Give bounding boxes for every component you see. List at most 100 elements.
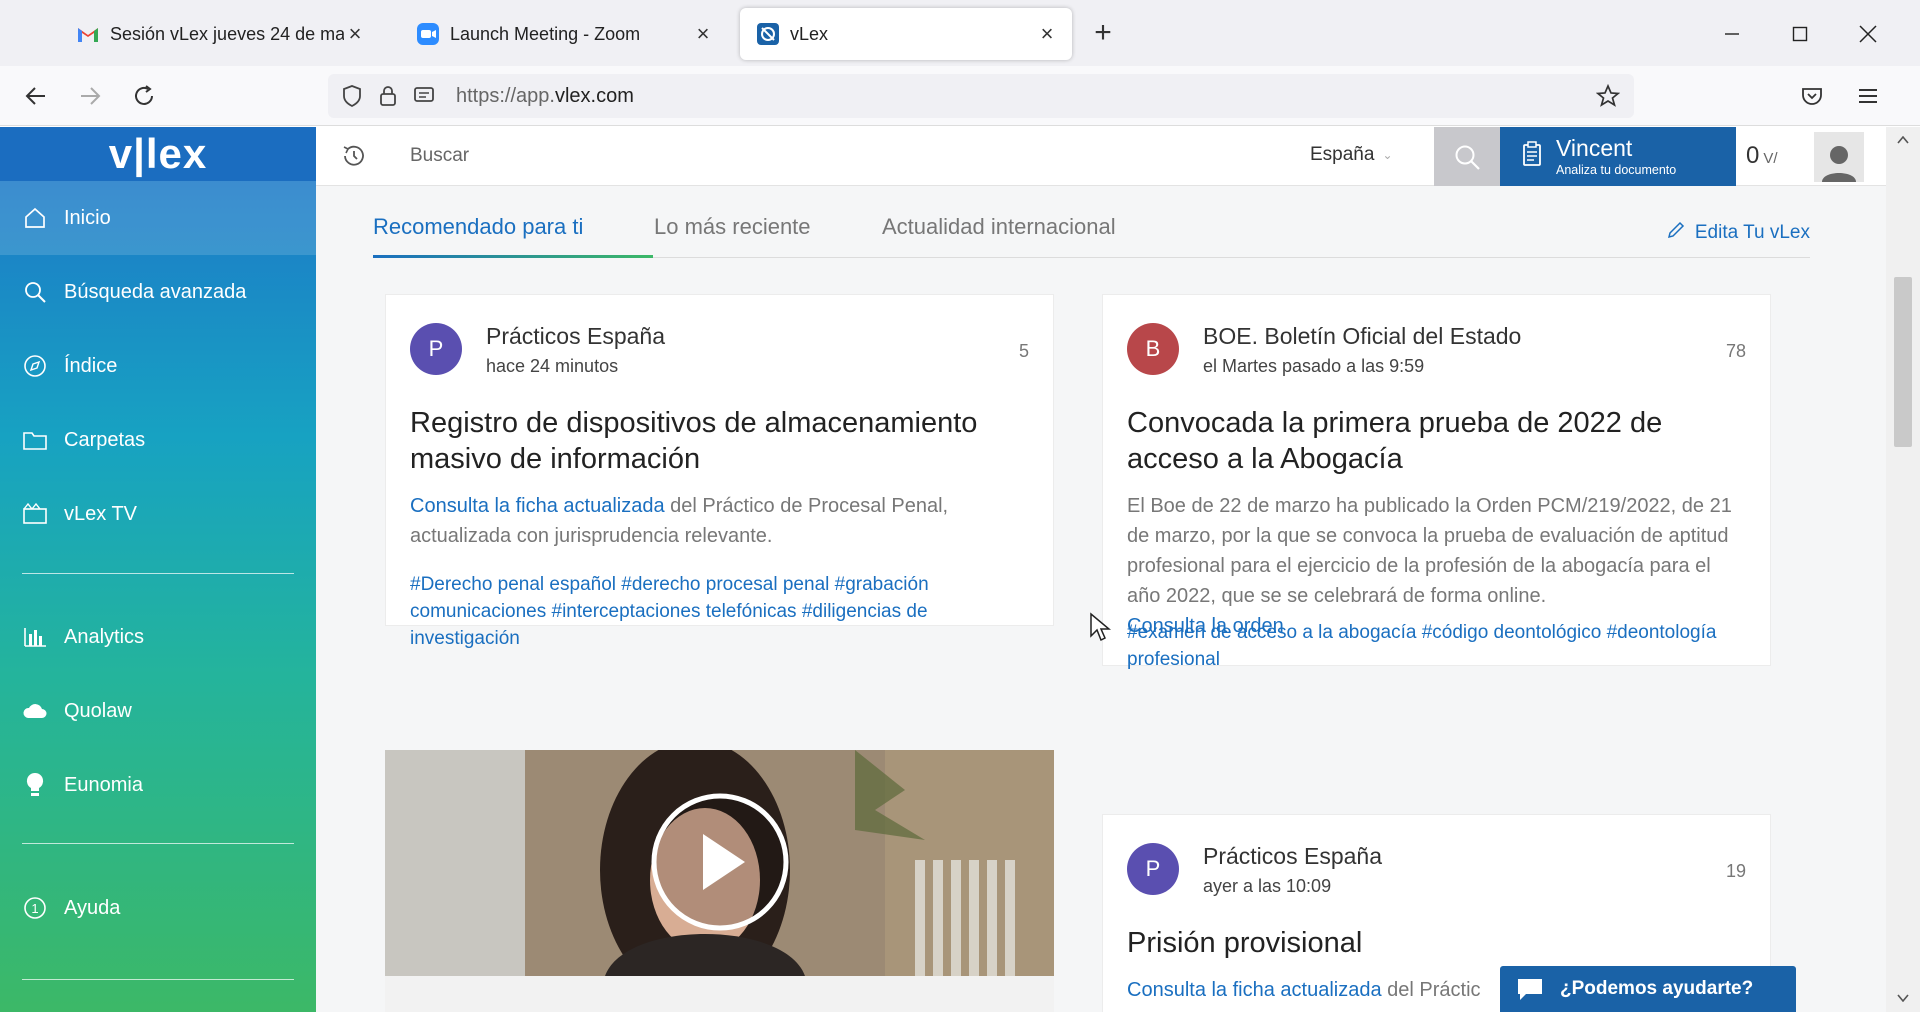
tab-recomendado[interactable]: Recomendado para ti: [373, 214, 583, 240]
bar-chart-icon: [22, 624, 48, 650]
lock-icon[interactable]: [376, 84, 400, 108]
help-chat-button[interactable]: ¿Podemos ayudarte?: [1500, 966, 1796, 1012]
pocket-icon[interactable]: [1794, 78, 1830, 114]
tab-zoom[interactable]: Launch Meeting - Zoom ×: [400, 8, 728, 60]
card-tags[interactable]: #examen de acceso a la abogacía #código …: [1127, 619, 1747, 673]
card-time: el Martes pasado a las 9:59: [1203, 356, 1425, 376]
sidebar-item-label: Eunomia: [64, 773, 143, 796]
close-window-button[interactable]: [1848, 14, 1888, 54]
tv-icon: [22, 501, 48, 527]
sidebar-item-inicio[interactable]: Inicio: [0, 181, 316, 255]
card-source[interactable]: Prácticos España: [1203, 843, 1382, 870]
mouse-cursor-icon: [1090, 612, 1111, 642]
chat-bubble-icon: [1500, 976, 1560, 1002]
sidebar-item-analytics[interactable]: Analytics: [0, 600, 316, 674]
scroll-down-icon[interactable]: [1894, 989, 1912, 1007]
url-text[interactable]: https://app.vlex.com: [456, 85, 634, 108]
sidebar-divider: [22, 843, 294, 844]
card-link[interactable]: Consulta la ficha actualizada: [1127, 979, 1382, 1001]
sidebar-item-carpetas[interactable]: Carpetas: [0, 403, 316, 477]
search-input[interactable]: [410, 140, 1010, 172]
zoom-icon: [416, 22, 440, 46]
search-icon: [22, 279, 48, 305]
sidebar-item-label: Inicio: [64, 206, 111, 229]
sidebar-item-label: Ayuda: [64, 896, 121, 919]
search-icon: [1455, 145, 1480, 170]
video-card[interactable]: [385, 750, 1054, 1012]
tab-title: vLex: [790, 23, 829, 44]
card-title[interactable]: Registro de dispositivos de almacenamien…: [410, 405, 1030, 477]
sidebar-item-indice[interactable]: Índice: [0, 329, 316, 403]
home-icon: [22, 205, 48, 231]
avatar[interactable]: [1814, 132, 1864, 182]
close-icon[interactable]: ×: [344, 21, 366, 46]
url-prefix: https://app.: [456, 84, 555, 107]
scroll-up-icon[interactable]: [1894, 131, 1912, 149]
reload-button[interactable]: [126, 78, 162, 114]
scroll-thumb[interactable]: [1894, 277, 1912, 447]
tab-vlex[interactable]: vLex ×: [740, 8, 1072, 60]
active-tab-indicator: [373, 255, 653, 258]
cloud-icon: [22, 698, 48, 724]
feed-card[interactable]: B BOE. Boletín Oficial del Estado el Mar…: [1102, 294, 1771, 670]
back-button[interactable]: [18, 78, 54, 114]
vincent-title: Vincent: [1556, 135, 1633, 161]
close-icon[interactable]: ×: [692, 21, 714, 46]
new-tab-button[interactable]: +: [1088, 16, 1118, 52]
credits-value: 0: [1746, 142, 1760, 169]
card-tags[interactable]: #Derecho penal español #derecho procesal…: [410, 571, 970, 652]
tab-title: Sesión vLex jueves 24 de marzo: [110, 23, 344, 44]
tab-lo-mas-reciente[interactable]: Lo más reciente: [654, 214, 811, 240]
sidebar-item-vlex-tv[interactable]: vLex TV: [0, 477, 316, 551]
card-time: ayer a las 10:09: [1203, 876, 1332, 896]
maximize-button[interactable]: [1780, 14, 1820, 54]
credits-counter[interactable]: 0 V/: [1746, 142, 1778, 170]
search-button[interactable]: [1434, 127, 1500, 186]
sidebar-item-label: Búsqueda avanzada: [64, 280, 247, 303]
country-select[interactable]: España ⌄: [1310, 144, 1393, 166]
edit-vlex-link[interactable]: Edita Tu vLex: [1667, 221, 1810, 245]
sidebar-item-label: Quolaw: [64, 699, 132, 722]
lightbulb-icon: [22, 772, 48, 798]
sidebar-item-label: Índice: [64, 354, 118, 377]
card-source[interactable]: BOE. Boletín Oficial del Estado: [1203, 323, 1521, 350]
card-count: 19: [1725, 861, 1746, 881]
browser-tabbar: Sesión vLex jueves 24 de marzo × Launch …: [0, 0, 1920, 66]
shield-icon[interactable]: [340, 84, 364, 108]
menu-icon[interactable]: [1850, 78, 1886, 114]
permissions-icon[interactable]: [412, 84, 436, 108]
video-thumbnail[interactable]: [385, 750, 1054, 976]
help-chat-label: ¿Podemos ayudarte?: [1560, 978, 1754, 999]
card-title[interactable]: Prisión provisional: [1127, 925, 1727, 961]
feed-card[interactable]: P Prácticos España hace 24 minutos 5 Reg…: [385, 294, 1054, 649]
pencil-icon: [1667, 221, 1685, 245]
minimize-button[interactable]: [1712, 14, 1752, 54]
source-avatar: P: [410, 323, 462, 375]
sidebar-item-eunomia[interactable]: Eunomia: [0, 748, 316, 822]
vlex-icon: [756, 22, 780, 46]
card-title[interactable]: Convocada la primera prueba de 2022 de a…: [1127, 405, 1727, 477]
forward-button[interactable]: [72, 78, 108, 114]
edit-vlex-label: Edita Tu vLex: [1694, 222, 1810, 243]
history-icon[interactable]: [340, 142, 368, 170]
credits-symbol: V/: [1763, 150, 1778, 167]
address-bar[interactable]: https://app.vlex.com: [328, 74, 1634, 118]
bookmark-star-icon[interactable]: [1595, 83, 1621, 113]
vlex-logo[interactable]: v|lex: [0, 127, 316, 181]
tab-actualidad-internacional[interactable]: Actualidad internacional: [882, 214, 1116, 240]
card-link[interactable]: Consulta la ficha actualizada: [410, 495, 665, 517]
sidebar-item-quolaw[interactable]: Quolaw: [0, 674, 316, 748]
app-header: España ⌄ Vincent Analiza tu documento 0V…: [316, 127, 1886, 186]
chevron-down-icon: ⌄: [1382, 148, 1393, 162]
card-count: 78: [1725, 341, 1746, 361]
sidebar-item-ayuda[interactable]: 1 Ayuda: [0, 871, 316, 945]
sidebar-item-busqueda-avanzada[interactable]: Búsqueda avanzada: [0, 255, 316, 329]
document-icon: [1522, 141, 1542, 172]
scrollbar[interactable]: [1886, 127, 1920, 1012]
tab-gmail[interactable]: Sesión vLex jueves 24 de marzo ×: [60, 8, 380, 60]
close-icon[interactable]: ×: [1036, 21, 1058, 46]
card-source[interactable]: Prácticos España: [486, 323, 665, 350]
video-caption-bar: [385, 976, 1054, 1012]
sidebar-divider: [22, 979, 294, 980]
vincent-button[interactable]: Vincent Analiza tu documento: [1500, 127, 1736, 186]
